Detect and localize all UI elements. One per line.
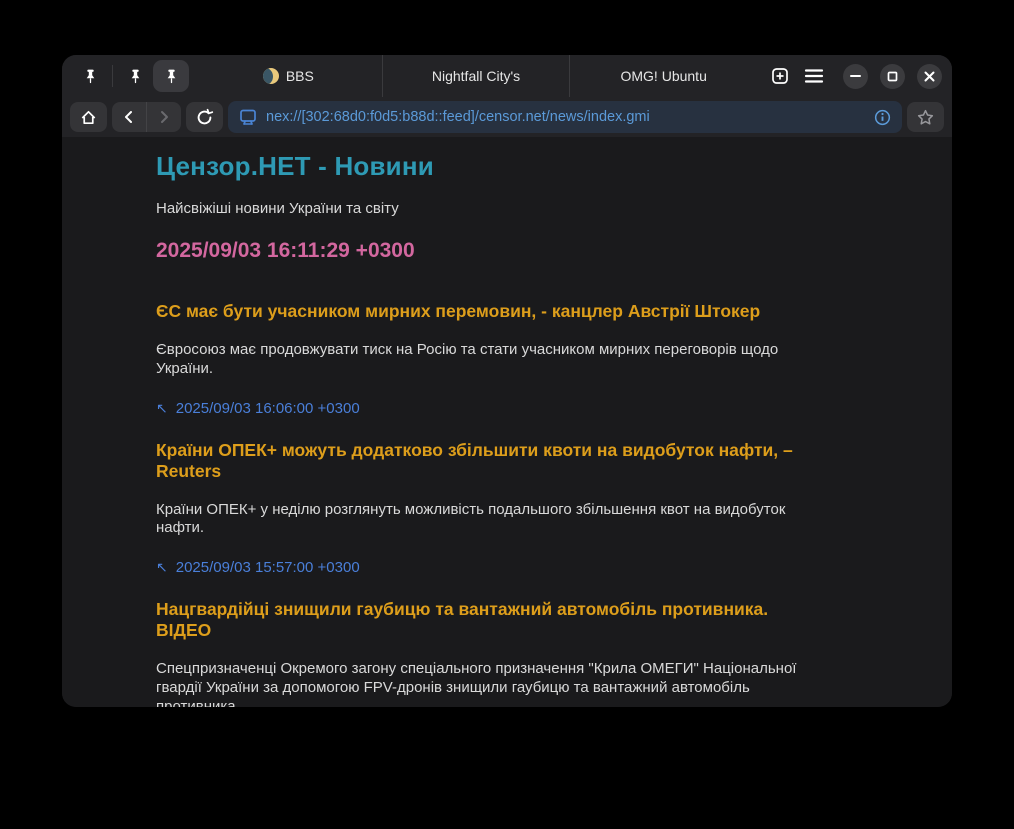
tab-label: BBS (286, 68, 314, 84)
url-input[interactable]: nex://[302:68d0:f0d5:b88d::feed]/censor.… (228, 101, 902, 133)
maximize-button[interactable] (880, 64, 905, 89)
minimize-button[interactable] (843, 64, 868, 89)
forward-button[interactable] (147, 102, 181, 132)
pin-center-button[interactable] (117, 60, 153, 92)
timestamp-text: 2025/09/03 16:06:00 +0300 (176, 400, 360, 417)
pin-left-button[interactable] (72, 60, 108, 92)
article-summary: Спецпризначенці Окремого загону спеціаль… (156, 660, 802, 707)
close-button[interactable] (917, 64, 942, 89)
back-button[interactable] (112, 102, 147, 132)
link-arrow-icon: ↖ (156, 559, 168, 576)
reload-button[interactable] (186, 102, 223, 132)
forward-icon (156, 109, 172, 125)
browser-window: BBS Nightfall City's OMG! Ubuntu (62, 55, 952, 707)
home-icon (79, 108, 98, 127)
timestamp-text: 2025/09/03 15:57:00 +0300 (176, 559, 360, 576)
article-summary: Євросоюз має продовжувати тиск на Росію … (156, 341, 802, 379)
tab-label: Nightfall City's (432, 68, 520, 84)
close-icon (924, 71, 935, 82)
back-icon (121, 109, 137, 125)
minimize-icon (850, 74, 861, 78)
star-icon (916, 108, 935, 127)
article-heading: Нацгвардійці знищили гаубицю та вантажни… (156, 599, 802, 641)
news-article: Країни ОПЕК+ можуть додатково збільшити … (156, 440, 802, 577)
article-timestamp-link[interactable]: ↖ 2025/09/03 15:57:00 +0300 (156, 559, 802, 576)
terminal-monitor-icon (238, 107, 258, 127)
window-controls (843, 64, 942, 89)
page-title: Цензор.НЕТ - Новини (156, 151, 802, 182)
article-summary: Країни ОПЕК+ у неділю розглянуть можливі… (156, 501, 802, 539)
page-content: Цензор.НЕТ - Новини Найсвіжіші новини Ук… (62, 137, 952, 707)
article-heading: Країни ОПЕК+ можуть додатково збільшити … (156, 440, 802, 482)
navigation-toolbar: nex://[302:68d0:f0d5:b88d::feed]/censor.… (62, 97, 952, 137)
link-arrow-icon: ↖ (156, 400, 168, 417)
hamburger-icon (804, 68, 824, 84)
news-article: Нацгвардійці знищили гаубицю та вантажни… (156, 599, 802, 707)
news-article: ЄС має бути учасником мирних перемовин, … (156, 301, 802, 417)
tab-label: OMG! Ubuntu (620, 68, 706, 84)
plus-square-icon (770, 66, 790, 86)
bookmark-button[interactable] (907, 102, 944, 132)
url-text: nex://[302:68d0:f0d5:b88d::feed]/censor.… (266, 109, 865, 125)
page-info-icon[interactable] (873, 108, 892, 127)
feed-updated-heading: 2025/09/03 16:11:29 +0300 (156, 239, 802, 263)
tab-bbs[interactable]: BBS (195, 55, 382, 97)
pushpin-icon (127, 68, 144, 85)
article-timestamp-link[interactable]: ↖ 2025/09/03 16:06:00 +0300 (156, 400, 802, 417)
home-button[interactable] (70, 102, 107, 132)
pushpin-icon (82, 68, 99, 85)
menu-button[interactable] (797, 60, 831, 92)
reload-icon (195, 108, 214, 127)
page-subtitle: Найсвіжіші новини України та світу (156, 200, 802, 217)
pushpin-icon (163, 68, 180, 85)
divider (112, 65, 113, 87)
tab-bar: BBS Nightfall City's OMG! Ubuntu (62, 55, 952, 97)
pin-right-button-active[interactable] (153, 60, 189, 92)
article-heading: ЄС має бути учасником мирних перемовин, … (156, 301, 802, 322)
maximize-icon (887, 71, 898, 82)
tab-nightfall-citys[interactable]: Nightfall City's (382, 55, 570, 97)
tab-omg-ubuntu[interactable]: OMG! Ubuntu (569, 55, 757, 97)
moon-icon (263, 68, 279, 84)
new-tab-button[interactable] (763, 60, 797, 92)
history-nav (112, 102, 181, 132)
tab-strip: BBS Nightfall City's OMG! Ubuntu (195, 55, 757, 97)
